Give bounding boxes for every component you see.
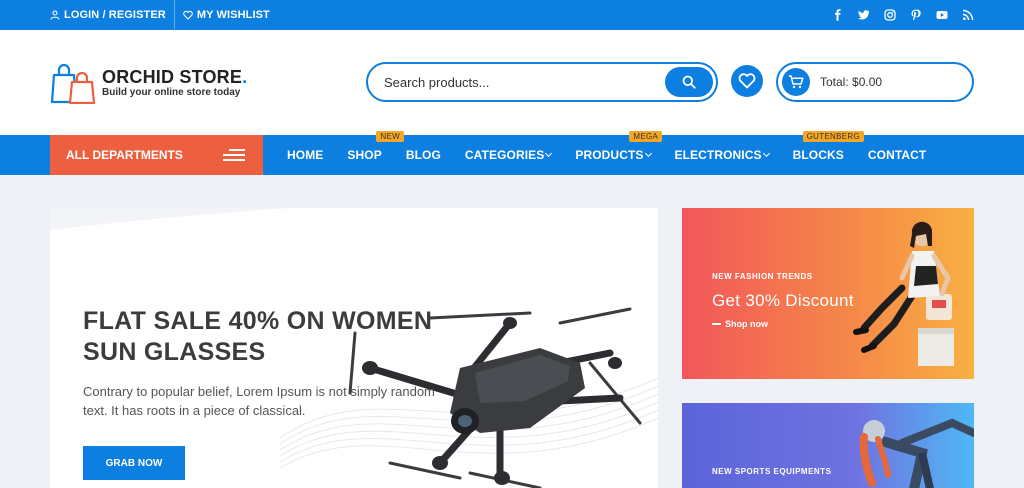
cart-icon xyxy=(788,75,804,89)
heart-icon xyxy=(183,10,193,20)
shopping-bags-icon xyxy=(50,63,96,104)
rss-icon[interactable] xyxy=(962,9,974,21)
nav-badge: MEGA xyxy=(629,131,663,142)
cart-icon-wrap xyxy=(782,68,810,96)
sports-model-image xyxy=(859,418,974,488)
nav-item-electronics[interactable]: ELECTRONICS xyxy=(674,135,770,175)
nav-menu: HOME SHOP NEW BLOG CATEGORIES PRODUCTS MEGA ELE… xyxy=(287,131,950,175)
hero-banner: FLAT SALE 40% ON WOMEN SUN GLASSES Contr… xyxy=(50,208,658,488)
nav-item-label: CONTACT xyxy=(867,148,927,162)
my-wishlist-link[interactable]: MY WISHLIST xyxy=(183,9,270,21)
pinterest-icon[interactable] xyxy=(910,9,922,21)
shop-now-link[interactable]: Shop now xyxy=(712,319,768,329)
all-departments-label: ALL DEPARTMENTS xyxy=(66,148,183,162)
login-register-link[interactable]: LOGIN / REGISTER xyxy=(50,9,166,21)
promo-fashion-title: Get 30% Discount xyxy=(712,291,854,310)
chevron-down-icon xyxy=(762,149,770,157)
login-register-label: LOGIN / REGISTER xyxy=(64,9,166,21)
cart-total: Total: $0.00 xyxy=(820,75,883,89)
grab-now-button[interactable]: GRAB NOW xyxy=(83,446,185,480)
search-input[interactable] xyxy=(384,72,654,92)
nav-badge: NEW xyxy=(376,131,404,142)
nav-item-label: SHOP xyxy=(347,148,382,162)
promo-fashion[interactable]: NEW FASHION TRENDS Get 30% Discount Shop… xyxy=(682,208,974,379)
facebook-icon[interactable] xyxy=(832,9,844,21)
nav-item-home[interactable]: HOME xyxy=(287,135,323,175)
menu-icon xyxy=(223,149,245,161)
logo-name-text: ORCHID STORE xyxy=(102,66,243,87)
chevron-down-icon xyxy=(545,149,553,157)
nav-badge: GUTENBERG xyxy=(802,131,864,142)
nav-item-contact[interactable]: CONTACT xyxy=(868,135,926,175)
wishlist-button[interactable] xyxy=(731,65,763,97)
logo-name: ORCHID STORE. xyxy=(102,68,247,86)
promo-sports-kicker: NEW SPORTS EQUIPMENTS xyxy=(712,467,832,476)
search-box xyxy=(366,62,718,102)
logo-text: ORCHID STORE. Build your online store to… xyxy=(102,68,247,99)
site-header: ORCHID STORE. Build your online store to… xyxy=(0,30,1024,135)
nav-item-label: ELECTRONICS xyxy=(674,148,762,162)
user-icon xyxy=(50,10,60,20)
nav-item-blog[interactable]: BLOG xyxy=(406,135,441,175)
main-nav: ALL DEPARTMENTS HOME SHOP NEW BLOG CATEGORIE… xyxy=(0,131,1024,175)
banner-description: Contrary to popular belief, Lorem Ipsum … xyxy=(83,384,435,418)
nav-item-label: PRODUCTS xyxy=(575,148,644,162)
all-departments-button[interactable]: ALL DEPARTMENTS xyxy=(50,135,263,175)
instagram-icon[interactable] xyxy=(884,9,896,21)
promo-fashion-kicker: NEW FASHION TRENDS xyxy=(712,272,813,281)
top-bar: LOGIN / REGISTER MY WISHLIST xyxy=(0,0,1024,30)
fashion-model-image xyxy=(853,221,954,366)
logo-dot: . xyxy=(242,66,248,87)
nav-item-categories[interactable]: CATEGORIES xyxy=(464,135,553,175)
cart-button[interactable]: Total: $0.00 xyxy=(776,62,974,102)
nav-item-label: BLOCKS xyxy=(792,148,844,162)
chevron-down-icon xyxy=(644,149,652,157)
nav-item-label: HOME xyxy=(287,148,324,162)
shop-now-label: Shop now xyxy=(725,319,768,329)
dash-icon xyxy=(712,323,721,325)
promo-sports[interactable]: NEW SPORTS EQUIPMENTS xyxy=(682,403,974,488)
banner-title: FLAT SALE 40% ON WOMEN SUN GLASSES xyxy=(83,307,433,366)
nav-item-label: BLOG xyxy=(405,148,441,162)
heart-icon xyxy=(738,73,756,89)
divider xyxy=(173,0,175,30)
site-logo[interactable]: ORCHID STORE. Build your online store to… xyxy=(50,62,247,104)
nav-item-label: CATEGORIES xyxy=(464,148,545,162)
social-links xyxy=(832,0,974,30)
search-icon xyxy=(682,75,696,89)
youtube-icon[interactable] xyxy=(936,9,948,21)
my-wishlist-label: MY WISHLIST xyxy=(196,9,270,21)
top-links: LOGIN / REGISTER MY WISHLIST xyxy=(50,0,270,30)
search-button[interactable] xyxy=(665,67,713,97)
twitter-icon[interactable] xyxy=(858,9,870,21)
nav-item-shop[interactable]: SHOP NEW xyxy=(347,131,404,175)
nav-item-products[interactable]: PRODUCTS MEGA xyxy=(575,131,663,175)
nav-item-blocks[interactable]: BLOCKS GUTENBERG xyxy=(792,131,864,175)
logo-tagline: Build your online store today xyxy=(102,86,241,98)
